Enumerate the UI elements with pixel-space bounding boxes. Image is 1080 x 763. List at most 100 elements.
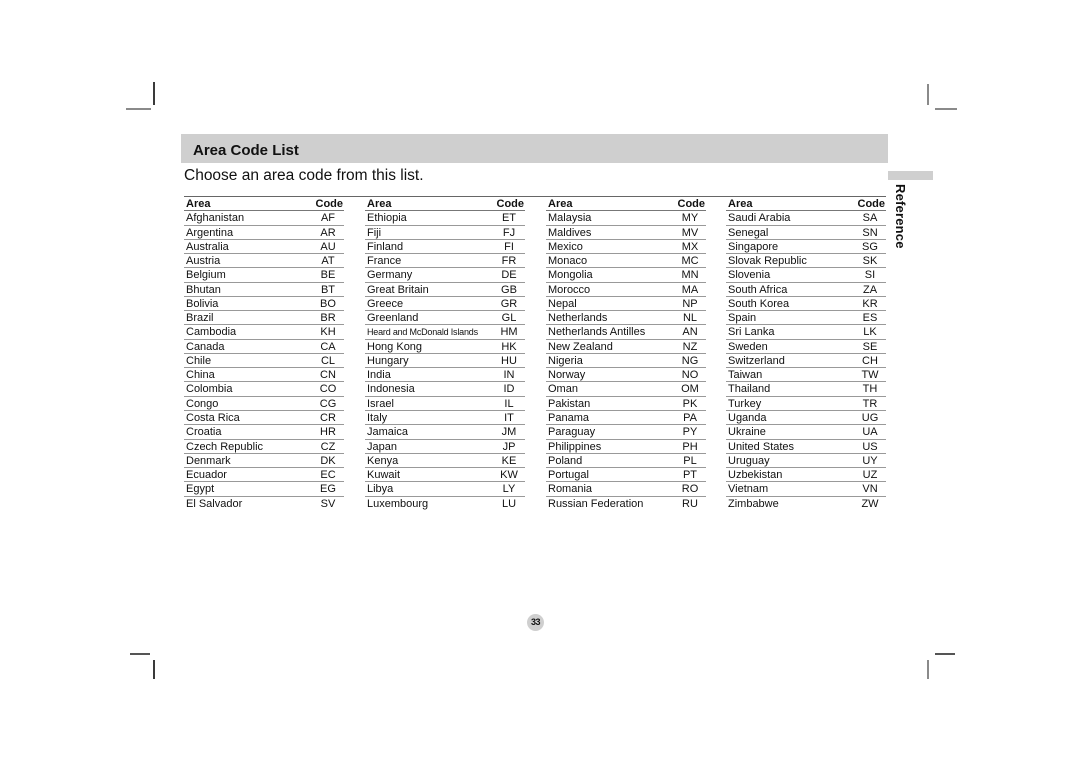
- area-name: Germany: [367, 269, 413, 282]
- table-row: El Salvador SV: [184, 497, 344, 511]
- area-code: KW: [500, 469, 518, 482]
- area-name: Denmark: [186, 454, 231, 467]
- area-code: KR: [862, 297, 878, 310]
- area-code: PL: [683, 454, 697, 467]
- area-name: El Salvador: [186, 497, 243, 510]
- table-row: Slovak Republic SK: [726, 254, 886, 269]
- table-row: Brazil BR: [184, 311, 344, 326]
- area-name: Finland: [367, 240, 404, 253]
- table-row: Turkey TR: [726, 397, 886, 411]
- crop-mark: [130, 653, 150, 655]
- table-row: South Korea KR: [726, 297, 886, 312]
- area-code: HU: [501, 354, 517, 367]
- area-name: Saudi Arabia: [728, 212, 791, 225]
- table-row: United States US: [726, 440, 886, 454]
- table-row: Ecuador EC: [184, 468, 344, 483]
- area-name: Spain: [728, 312, 757, 325]
- area-code: IT: [504, 411, 514, 424]
- area-name: Congo: [186, 397, 219, 410]
- area-name: Zimbabwe: [728, 497, 779, 510]
- area-name: Poland: [548, 454, 583, 467]
- table-row: Luxembourg LU: [365, 497, 525, 511]
- table-row: Paraguay PY: [546, 425, 706, 440]
- area-name: France: [367, 255, 402, 268]
- area-code: NZ: [682, 340, 698, 353]
- table-row: Greenland GL: [365, 311, 525, 326]
- area-name: Sri Lanka: [728, 326, 775, 339]
- area-name: Canada: [186, 340, 225, 353]
- area-code: VN: [862, 483, 878, 496]
- table-row: Spain ES: [726, 311, 886, 326]
- area-name: Hungary: [367, 354, 409, 367]
- page-number: 33: [527, 614, 544, 631]
- table-row: Romania RO: [546, 482, 706, 497]
- table-row: Ethiopia ET: [365, 211, 525, 226]
- area-code: SE: [862, 340, 878, 353]
- area-code: SI: [864, 269, 876, 282]
- area-name: Romania: [548, 483, 593, 496]
- area-code: DK: [320, 454, 336, 467]
- area-name: Ukraine: [728, 426, 766, 439]
- area-code: UY: [862, 454, 878, 467]
- table-row: Greece GR: [365, 297, 525, 312]
- table-row: Hong Kong HK: [365, 340, 525, 354]
- area-code: MN: [681, 269, 699, 282]
- area-code: NL: [682, 312, 698, 325]
- area-code: EC: [320, 469, 336, 482]
- area-name: Chile: [186, 354, 212, 367]
- area-code: AU: [320, 240, 336, 253]
- area-code: MY: [681, 212, 699, 225]
- area-code: KE: [501, 454, 517, 467]
- area-code: NG: [681, 354, 699, 367]
- area-code-table-column: Area Code Ethiopia ET Fiji FJ Finland FI France F…: [365, 197, 525, 511]
- column-header-code: Code: [677, 198, 706, 210]
- area-code: MC: [681, 255, 699, 268]
- area-name: Heard and McDonald Islands: [367, 327, 478, 338]
- area-name: South Africa: [728, 283, 788, 296]
- column-header-area: Area: [186, 198, 211, 210]
- area-name: Greece: [367, 297, 404, 310]
- area-name: Slovak Republic: [728, 255, 807, 268]
- area-code: CA: [320, 340, 336, 353]
- area-code: SV: [320, 497, 336, 510]
- table-row: Libya LY: [365, 482, 525, 497]
- area-name: China: [186, 369, 215, 382]
- table-row: Great Britain GB: [365, 283, 525, 297]
- table-row: Malaysia MY: [546, 211, 706, 226]
- area-code: BR: [320, 312, 336, 325]
- area-code: PY: [682, 426, 698, 439]
- crop-mark: [153, 660, 155, 679]
- column-header-code: Code: [857, 198, 886, 210]
- area-name: Jamaica: [367, 426, 408, 439]
- area-code: ZW: [861, 497, 879, 510]
- table-row: Jamaica JM: [365, 425, 525, 440]
- area-code: AR: [320, 226, 336, 239]
- area-code-table-column: Area Code Afghanistan AF Argentina AR Australi…: [184, 197, 344, 511]
- area-code-table-column: Area Code Saudi Arabia SA Senegal SN Singapore…: [726, 197, 886, 511]
- area-name: Israel: [367, 397, 394, 410]
- area-name: Norway: [548, 369, 586, 382]
- table-row: Bhutan BT: [184, 283, 344, 297]
- area-code: CH: [862, 354, 878, 367]
- table-row: Slovenia SI: [726, 268, 886, 283]
- area-name: Nigeria: [548, 354, 583, 367]
- area-name: Libya: [367, 483, 394, 496]
- table-row: Pakistan PK: [546, 397, 706, 411]
- area-name: Egypt: [186, 483, 215, 496]
- area-name: Ecuador: [186, 469, 227, 482]
- column-header-area: Area: [728, 198, 753, 210]
- table-row: Costa Rica CR: [184, 411, 344, 426]
- area-code: DE: [501, 269, 517, 282]
- area-name: Netherlands Antilles: [548, 326, 646, 339]
- area-code: PT: [682, 469, 698, 482]
- area-name: Costa Rica: [186, 411, 240, 424]
- area-code: ET: [501, 212, 517, 225]
- table-row: Singapore SG: [726, 240, 886, 255]
- area-name: New Zealand: [548, 340, 613, 353]
- area-name: Colombia: [186, 383, 233, 396]
- table-row: Poland PL: [546, 454, 706, 469]
- area-name: Turkey: [728, 397, 762, 410]
- area-code: SK: [862, 255, 878, 268]
- title-bar: Area Code List: [181, 134, 888, 163]
- area-code: OM: [681, 383, 699, 396]
